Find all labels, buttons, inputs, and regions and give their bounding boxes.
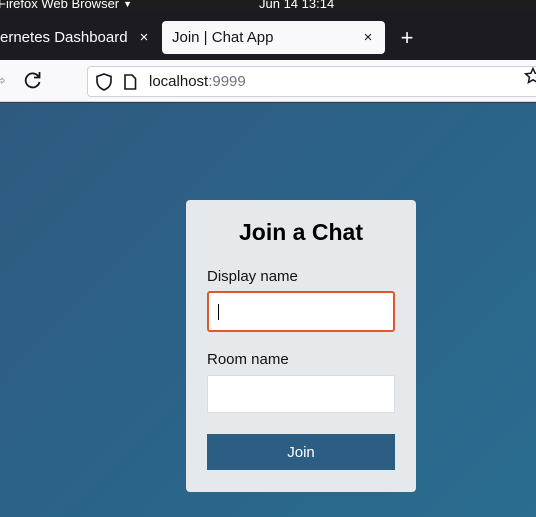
address-bar[interactable]: localhost:9999 (87, 66, 536, 97)
tab-kubernetes-dashboard[interactable]: ernetes Dashboard × (0, 21, 156, 54)
join-button[interactable]: Join (207, 434, 395, 470)
new-tab-button[interactable]: + (396, 27, 418, 49)
page-info-icon[interactable] (123, 74, 137, 90)
app-menu[interactable]: Firefox Web Browser ▼ (0, 0, 132, 11)
bookmark-star-icon[interactable] (524, 67, 536, 85)
join-chat-card: Join a Chat Display name Room name Join (186, 200, 416, 492)
clock[interactable]: Jun 14 13:14 (259, 0, 334, 11)
tab-label: ernetes Dashboard (0, 29, 128, 46)
tab-strip: ernetes Dashboard × Join | Chat App × + (0, 12, 536, 60)
tab-join-chat-app[interactable]: Join | Chat App × (162, 21, 385, 54)
url-port: :9999 (208, 73, 246, 90)
caret-down-icon: ▼ (123, 0, 133, 9)
navigation-toolbar: ⇨ localhost:9999 (0, 60, 536, 102)
display-name-label: Display name (207, 268, 298, 285)
page-title: Join a Chat (239, 219, 363, 245)
url-text: localhost:9999 (149, 73, 246, 90)
room-name-input[interactable] (207, 375, 395, 413)
display-name-input[interactable] (207, 291, 395, 332)
reload-icon[interactable] (22, 69, 44, 91)
room-name-label: Room name (207, 351, 289, 368)
url-host: localhost (149, 73, 209, 90)
forward-icon[interactable]: ⇨ (0, 72, 6, 89)
close-tab-icon[interactable]: × (358, 26, 378, 48)
tracking-protection-shield-icon[interactable] (96, 73, 112, 91)
page-viewport: Join a Chat Display name Room name Join (0, 103, 536, 517)
system-top-bar: Firefox Web Browser ▼ Jun 14 13:14 (0, 0, 536, 12)
text-cursor (218, 304, 219, 320)
close-tab-icon[interactable]: × (134, 26, 154, 48)
tab-label: Join | Chat App (172, 29, 274, 46)
app-menu-label: Firefox Web Browser (0, 0, 120, 11)
